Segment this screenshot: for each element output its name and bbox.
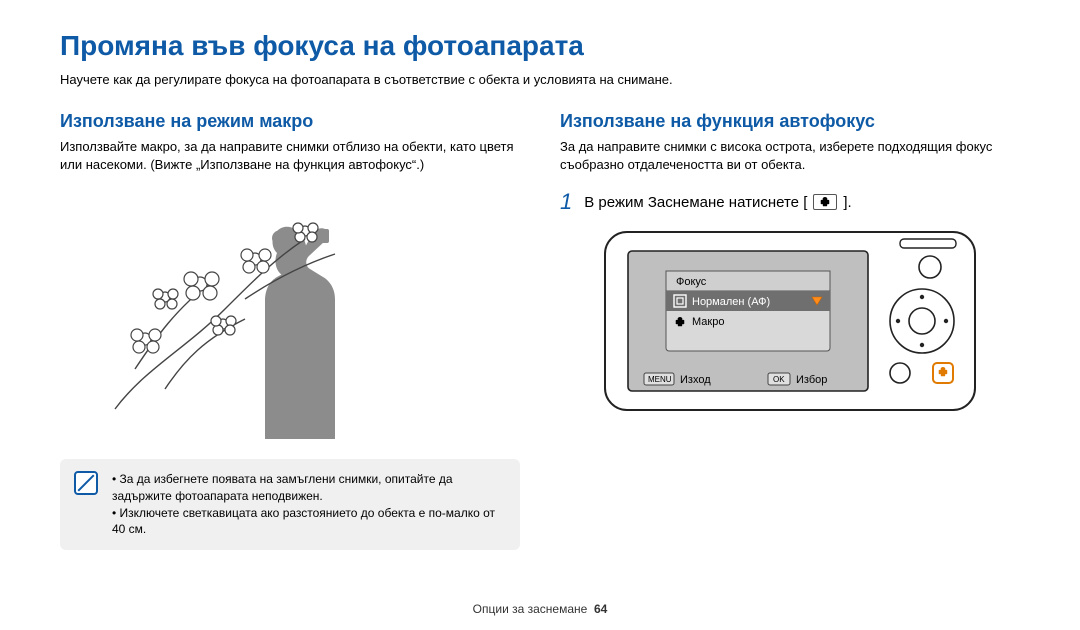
note-list: За да избегнете появата на замъглени сни… [112, 471, 506, 538]
camera-zoom-rocker [900, 239, 956, 248]
camera-top-right-button [919, 256, 941, 278]
camera-bottom-left-small-button [890, 363, 910, 383]
page-title: Промяна във фокуса на фотоапарата [60, 30, 1020, 62]
macro-section-heading: Използване на режим макро [60, 111, 520, 132]
step-1: 1 В режим Заснемане натиснете [ ]. [560, 189, 1020, 215]
footer-section-label: Опции за заснемане [473, 602, 588, 616]
right-column: Използване на функция автофокус За да на… [560, 111, 1020, 550]
camera-illustration: Фокус Нормален (АФ) Макро MENU Изход [560, 227, 1020, 417]
page-footer: Опции за заснемане 64 [0, 602, 1080, 616]
footer-page-number: 64 [594, 602, 607, 616]
camera-menu-bottom-right-btn: OK [773, 375, 785, 384]
woman-photographing-flowers-illustration [105, 189, 475, 439]
note-item: За да избегнете появата на замъглени сни… [112, 471, 506, 505]
camera-menu-item-2-label: Макро [692, 316, 724, 328]
camera-dpad-center [909, 308, 935, 334]
left-column: Използване на режим макро Използвайте ма… [60, 111, 520, 550]
macro-section-body: Използвайте макро, за да направите снимк… [60, 138, 520, 173]
macro-button-icon [813, 194, 837, 210]
camera-menu-item-1-label: Нормален (АФ) [692, 296, 770, 308]
page-subtitle: Научете как да регулирате фокуса на фото… [60, 72, 1020, 87]
camera-back-illustration: Фокус Нормален (АФ) Макро MENU Изход [600, 227, 980, 417]
macro-illustration [60, 189, 520, 439]
autofocus-section-body: За да направите снимки с висока острота,… [560, 138, 1020, 173]
page-body: Промяна във фокуса на фотоапарата Научет… [0, 0, 1080, 550]
note-icon [74, 471, 98, 495]
step-text-after: ]. [843, 194, 851, 211]
camera-menu-bottom-left-label: Изход [680, 374, 711, 386]
autofocus-section-heading: Използване на функция автофокус [560, 111, 1020, 132]
camera-menu-bottom-left-btn: MENU [648, 375, 672, 384]
note-box: За да избегнете появата на замъглени сни… [60, 459, 520, 550]
step-text-before: В режим Заснемане натиснете [ [584, 194, 807, 211]
note-item: Изключете светкавицата ако разстоянието … [112, 505, 506, 539]
step-number: 1 [560, 189, 572, 215]
two-column-layout: Използване на режим макро Използвайте ма… [60, 111, 1020, 550]
camera-menu-bottom-right-label: Избор [796, 374, 827, 386]
camera-menu-title: Фокус [676, 276, 707, 288]
